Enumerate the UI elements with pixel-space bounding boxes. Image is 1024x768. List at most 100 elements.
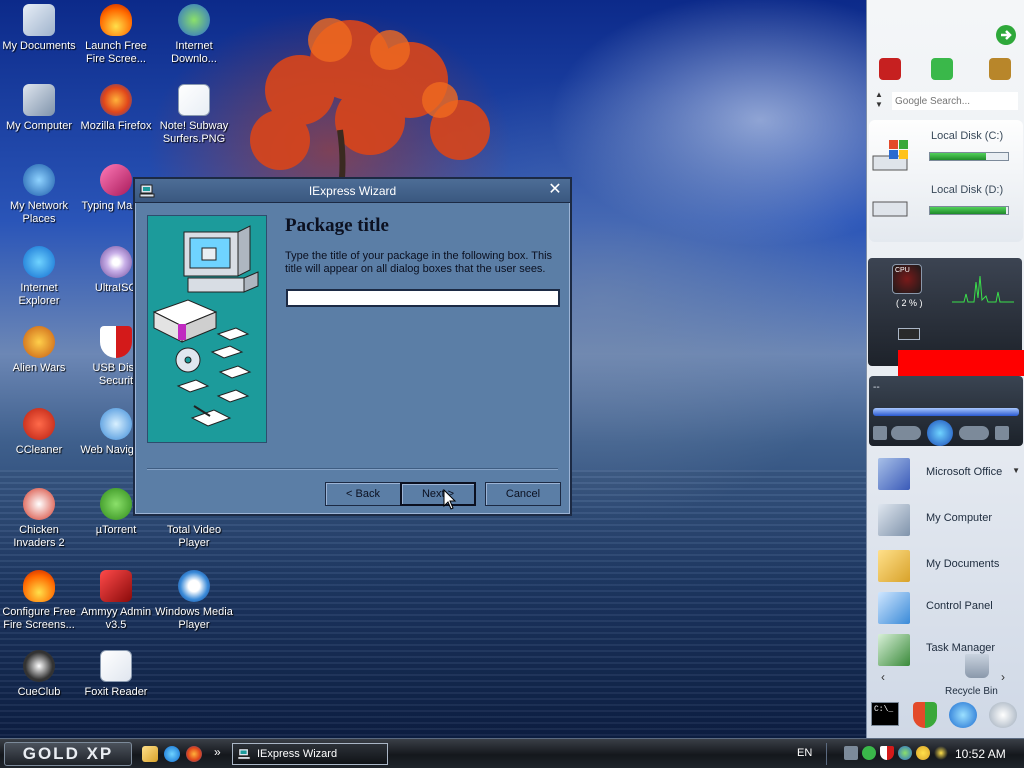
speaker-icon[interactable] bbox=[989, 702, 1017, 728]
disk-c-usage-fill bbox=[930, 153, 987, 160]
recycle-bin-label: Recycle Bin bbox=[945, 686, 998, 697]
desktop-icon-chicken-invaders[interactable]: Chicken Invaders 2 bbox=[0, 488, 78, 550]
taskbar-item-iexpress-wizard[interactable]: IExpress Wizard bbox=[232, 743, 388, 765]
cpu-activity-graph bbox=[952, 275, 1014, 303]
desktop-icon-configure-free-fire[interactable]: Configure Free Fire Screens... bbox=[0, 570, 78, 632]
start-button[interactable]: GOLD XP bbox=[4, 742, 132, 766]
desktop-icon-internet-explorer[interactable]: Internet Explorer bbox=[0, 246, 78, 308]
chicken-icon bbox=[23, 488, 55, 520]
media-stop-icon[interactable] bbox=[873, 426, 887, 440]
typing-master-icon bbox=[100, 164, 132, 196]
desktop-icon-ccleaner[interactable]: CCleaner bbox=[0, 408, 78, 457]
media-eject-icon[interactable] bbox=[995, 426, 1009, 440]
mouse-cursor-icon bbox=[443, 489, 457, 510]
desktop-icon-mozilla-firefox[interactable]: Mozilla Firefox bbox=[77, 84, 155, 133]
quick-launch-microsoft-office[interactable]: Microsoft Office ▼ bbox=[870, 454, 1022, 494]
cancel-button[interactable]: Cancel bbox=[485, 482, 561, 506]
arrow-right-icon[interactable] bbox=[995, 24, 1017, 46]
desktop-icon-launch-free-fire[interactable]: Launch Free Fire Scree... bbox=[77, 4, 155, 66]
folder-icon bbox=[878, 550, 910, 582]
computer-package-illustration bbox=[152, 225, 259, 427]
disk-c[interactable]: Local Disk (C:) bbox=[869, 126, 1023, 184]
restart-icon[interactable] bbox=[989, 58, 1011, 80]
scroll-right-icon[interactable]: › bbox=[1001, 670, 1005, 684]
back-button[interactable]: < Back bbox=[325, 482, 401, 506]
standby-icon[interactable] bbox=[931, 58, 953, 80]
desktop-icon-windows-media-player[interactable]: Windows Media Player bbox=[155, 570, 233, 632]
desktop-icon-internet-download-manager[interactable]: Internet Downlo... bbox=[155, 4, 233, 66]
media-rewind-icon[interactable] bbox=[891, 426, 921, 440]
close-icon[interactable]: ✕ bbox=[546, 181, 564, 199]
page-heading: Package title bbox=[285, 215, 389, 236]
internet-explorer-icon[interactable] bbox=[164, 746, 180, 762]
page-description: Type the title of your package in the fo… bbox=[285, 250, 553, 275]
ammyy-icon bbox=[100, 570, 132, 602]
desktop-icon-ammyy-admin[interactable]: Ammyy Admin v3.5 bbox=[77, 570, 155, 632]
tray-network-icon[interactable] bbox=[844, 746, 858, 760]
iexpress-wizard-dialog: IExpress Wizard ✕ Package title Type the… bbox=[133, 177, 572, 516]
tray-download-icon[interactable] bbox=[862, 746, 876, 760]
office-icon bbox=[878, 458, 910, 490]
desktop-icon-my-documents[interactable]: My Documents bbox=[0, 4, 78, 53]
tray-smiley-icon[interactable] bbox=[916, 746, 930, 760]
quick-launch-my-documents[interactable]: My Documents bbox=[870, 546, 1022, 586]
desktop-icon-foxit-reader[interactable]: Foxit Reader bbox=[77, 650, 155, 699]
disk-d[interactable]: Local Disk (D:) bbox=[869, 180, 1023, 238]
disk-d-usage-bar bbox=[929, 206, 1009, 215]
quick-launch-my-computer[interactable]: My Computer bbox=[870, 500, 1022, 540]
quick-launch-task-manager[interactable]: Task Manager bbox=[870, 630, 1022, 670]
media-progress-bar[interactable] bbox=[873, 408, 1019, 416]
cmd-shortcut-icon[interactable]: C:\_ bbox=[871, 702, 899, 726]
search-scroll-arrows[interactable]: ▲ ▼ bbox=[875, 90, 885, 112]
download-manager-icon bbox=[178, 4, 210, 36]
dialog-titlebar[interactable]: IExpress Wizard ✕ bbox=[135, 179, 570, 203]
desktop-icon-my-computer[interactable]: My Computer bbox=[0, 84, 78, 133]
cpu-percent: ( 2 % ) bbox=[896, 298, 923, 308]
dropdown-arrow-icon[interactable]: ▼ bbox=[1012, 466, 1020, 475]
disk-c-usage-bar bbox=[929, 152, 1009, 161]
computer-icon bbox=[878, 504, 910, 536]
desktop-icon-my-network-places[interactable]: My Network Places bbox=[0, 164, 78, 226]
ccleaner-icon bbox=[23, 408, 55, 440]
tray-globe-icon[interactable] bbox=[898, 746, 912, 760]
desktop-icon-alien-wars[interactable]: Alien Wars bbox=[0, 326, 78, 375]
media-progress-panel: -- bbox=[869, 376, 1023, 446]
media-player-icon bbox=[178, 570, 210, 602]
computer-icon bbox=[23, 84, 55, 116]
fire-icon bbox=[23, 570, 55, 602]
tray-separator bbox=[826, 743, 827, 765]
next-button[interactable]: Next > bbox=[400, 482, 476, 506]
media-play-icon[interactable] bbox=[927, 420, 953, 446]
security-shield-icon[interactable] bbox=[913, 702, 937, 728]
media-forward-icon[interactable] bbox=[959, 426, 989, 440]
google-search-input[interactable] bbox=[892, 92, 1018, 110]
cpu-gauge-icon: CPU bbox=[892, 264, 922, 294]
network-globe-icon[interactable] bbox=[949, 702, 977, 728]
taskbar-clock[interactable]: 10:52 AM bbox=[955, 747, 1006, 761]
firefox-icon bbox=[100, 84, 132, 116]
cueclub-icon bbox=[23, 650, 55, 682]
internet-explorer-icon bbox=[23, 246, 55, 278]
memory-chip-icon bbox=[898, 328, 920, 340]
disk-usage-panel: Local Disk (C:) Local Disk (D:) bbox=[869, 120, 1023, 242]
control-panel-icon bbox=[878, 592, 910, 624]
dialog-title: IExpress Wizard bbox=[308, 184, 397, 198]
scroll-left-icon[interactable]: ‹ bbox=[881, 670, 885, 684]
tray-sparkle-icon[interactable] bbox=[934, 746, 948, 760]
drive-icon bbox=[872, 201, 908, 217]
tray-shield-icon[interactable] bbox=[880, 746, 894, 760]
firefox-icon[interactable] bbox=[186, 746, 202, 762]
language-indicator[interactable]: EN bbox=[797, 747, 812, 759]
shutdown-icon[interactable] bbox=[879, 58, 901, 80]
quicklaunch-overflow-icon[interactable]: » bbox=[214, 745, 221, 759]
quick-launch-control-panel[interactable]: Control Panel bbox=[870, 588, 1022, 628]
folder-icon[interactable] bbox=[142, 746, 158, 762]
desktop-icon-subway-surfers-png[interactable]: Note! Subway Surfers.PNG bbox=[155, 84, 233, 146]
foxit-icon bbox=[100, 650, 132, 682]
taskbar: GOLD XP » IExpress Wizard EN 10:52 AM bbox=[0, 738, 1024, 768]
iexpress-app-icon bbox=[237, 748, 251, 760]
desktop-icon-cueclub[interactable]: CueClub bbox=[0, 650, 78, 699]
package-title-input[interactable] bbox=[286, 289, 560, 307]
disk-c-label: Local Disk (C:) bbox=[931, 130, 1004, 142]
image-file-icon bbox=[178, 84, 210, 116]
